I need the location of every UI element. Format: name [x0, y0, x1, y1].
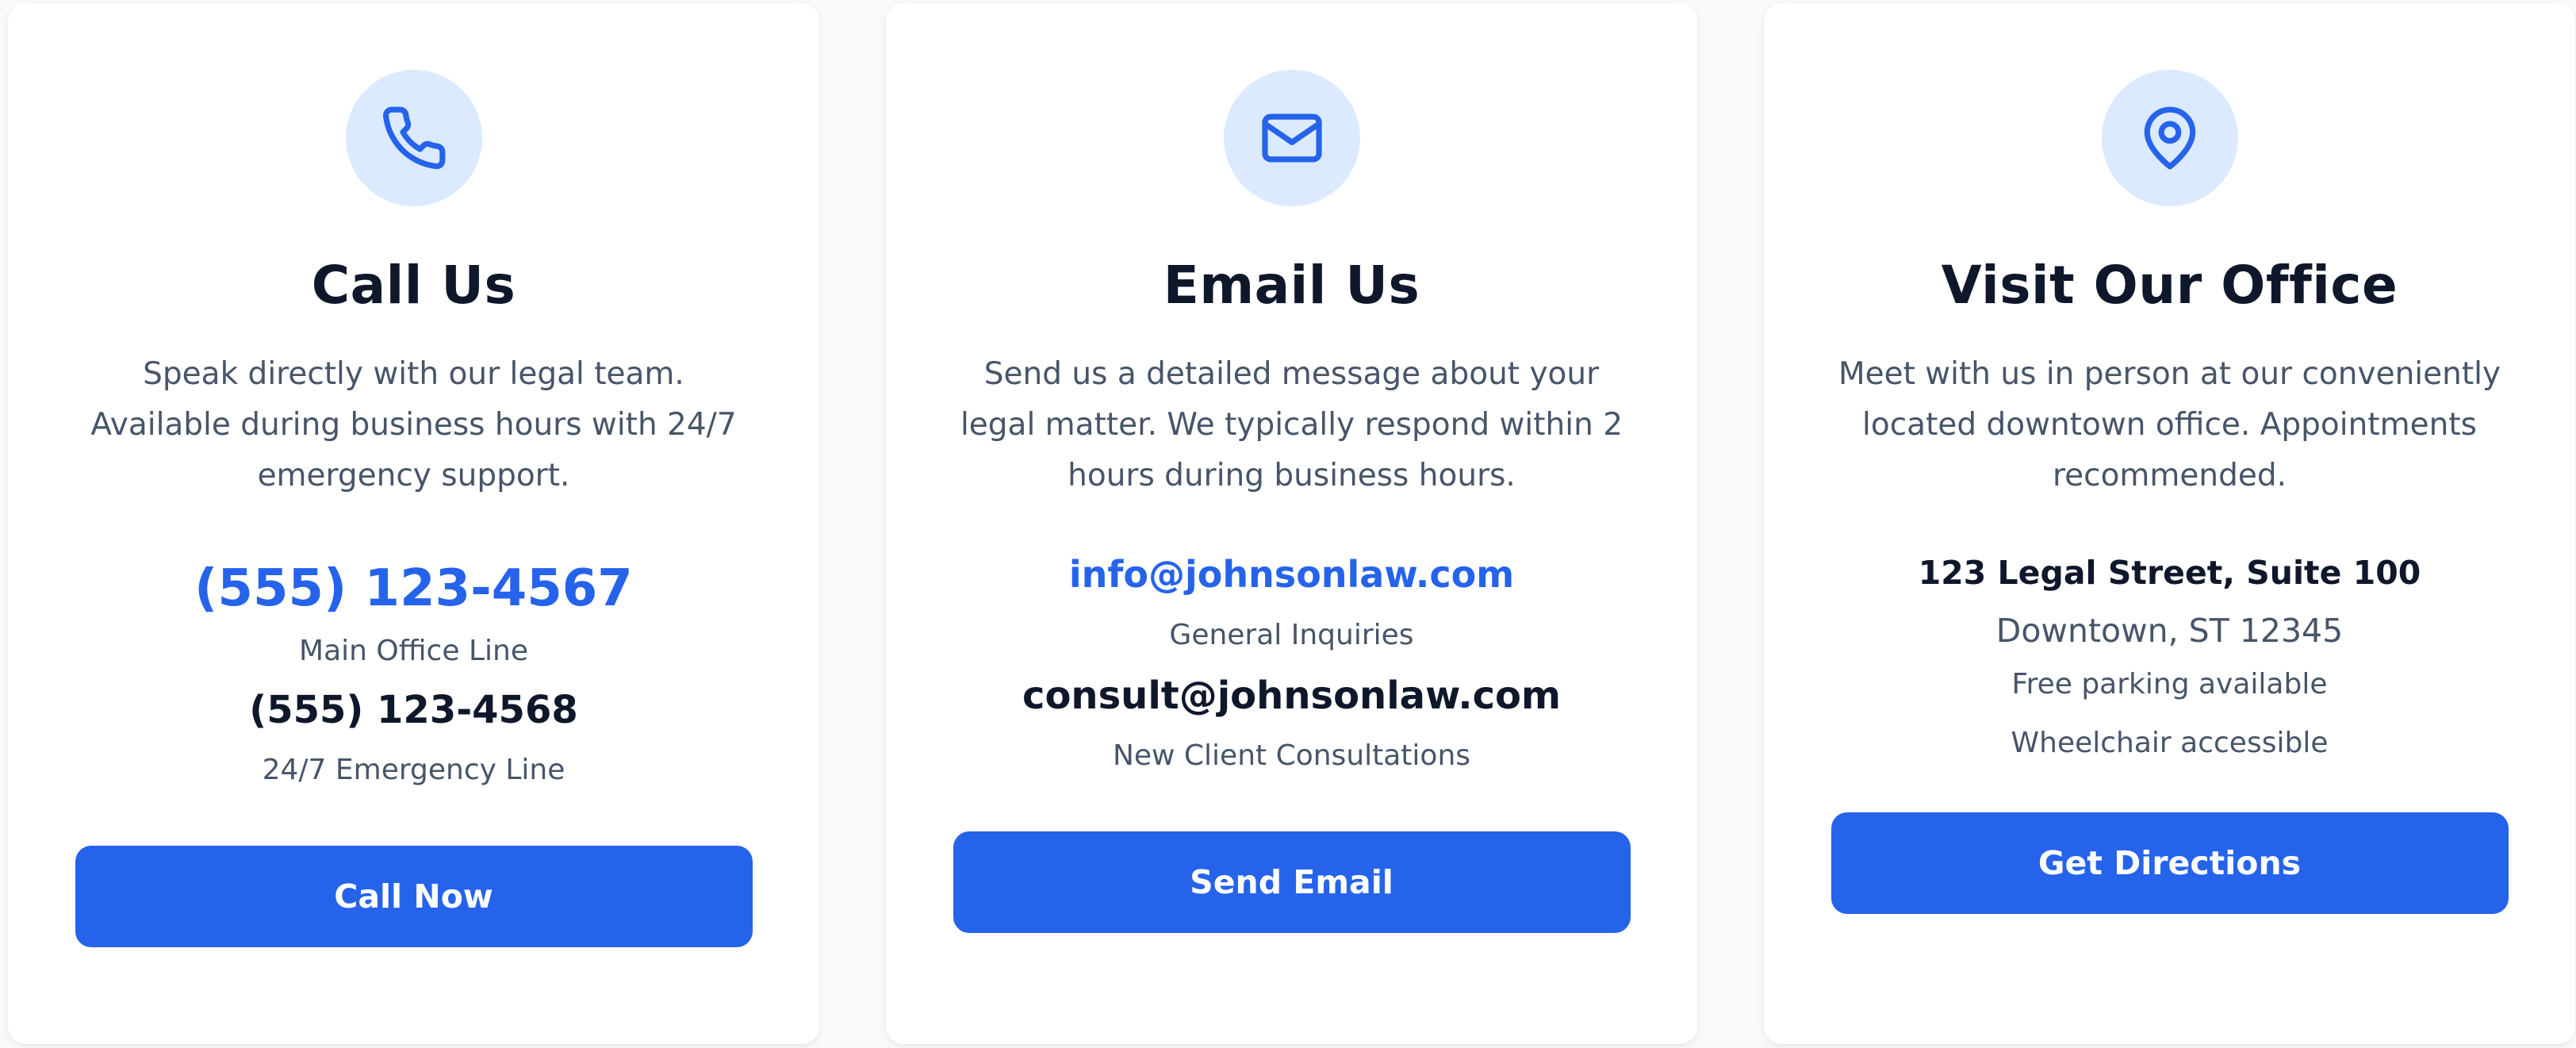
visit-office-card: Visit Our Office Meet with us in person … [1764, 3, 2575, 1044]
main-office-label: Main Office Line [299, 635, 528, 667]
accessibility-note: Wheelchair accessible [2011, 727, 2329, 759]
mail-icon-circle [1223, 70, 1360, 206]
email-us-description: Send us a detailed message about your le… [960, 356, 1623, 493]
contact-cards: Call Us Speak directly with our legal te… [8, 3, 2575, 1044]
parking-note: Free parking available [2011, 668, 2328, 701]
phone-icon [382, 106, 445, 170]
map-pin-icon-circle [2101, 70, 2238, 206]
emergency-line-label: 24/7 Emergency Line [262, 754, 565, 786]
mail-icon [1261, 113, 1322, 163]
phone-icon-circle [345, 70, 482, 206]
email-us-title: Email Us [1163, 255, 1420, 316]
consult-email-link[interactable]: consult@johnsonlaw.com [1022, 671, 1561, 720]
call-us-title: Call Us [311, 255, 516, 316]
address-line-1: 123 Legal Street, Suite 100 [1918, 554, 2421, 592]
general-inquiries-label: General Inquiries [1169, 619, 1414, 651]
map-pin-icon [2144, 106, 2195, 170]
main-office-phone-link[interactable]: (555) 123-4567 [194, 557, 633, 620]
call-us-description: Speak directly with our legal team. Avai… [90, 356, 737, 493]
call-us-card: Call Us Speak directly with our legal te… [8, 3, 819, 1044]
visit-office-description: Meet with us in person at our convenient… [1838, 356, 2501, 493]
consultations-label: New Client Consultations [1112, 739, 1471, 772]
visit-office-title: Visit Our Office [1941, 255, 2398, 316]
get-directions-button[interactable]: Get Directions [1830, 812, 2509, 914]
email-us-card: Email Us Send us a detailed message abou… [886, 3, 1697, 1044]
call-now-button[interactable]: Call Now [75, 846, 753, 947]
address-line-2: Downtown, ST 12345 [1995, 612, 2344, 650]
send-email-button[interactable]: Send Email [953, 831, 1631, 933]
emergency-phone-link[interactable]: (555) 123-4568 [249, 685, 578, 735]
general-email-link[interactable]: info@johnsonlaw.com [1069, 551, 1514, 598]
